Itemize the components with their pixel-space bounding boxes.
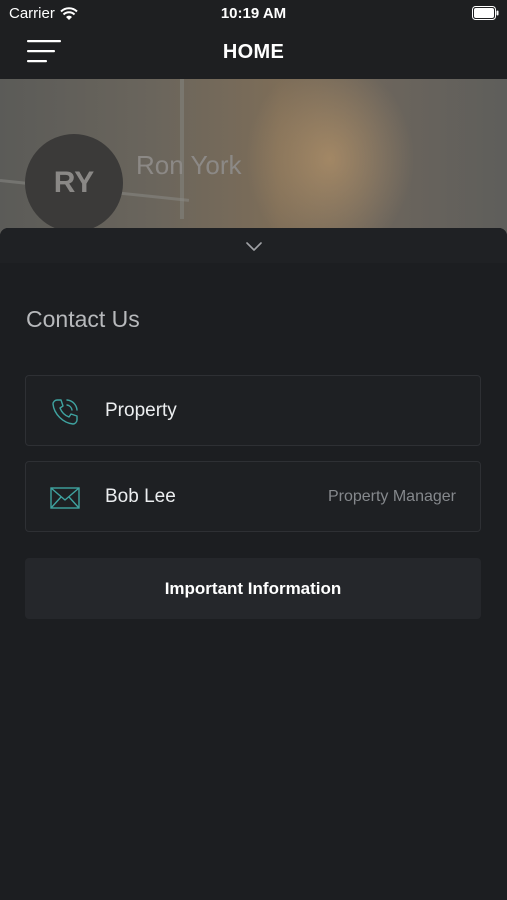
contact-item-bob-lee[interactable]: Bob Lee Property Manager (25, 461, 481, 532)
contact-item-subtitle: Property Manager (327, 488, 456, 505)
battery-icon (472, 6, 499, 20)
contact-sheet: Contact Us Property Bob Lee Property Man… (0, 228, 507, 900)
sheet-collapse-handle[interactable] (0, 228, 507, 263)
envelope-icon (50, 487, 80, 509)
contact-item-label: Property (105, 400, 177, 421)
page-title: HOME (222, 41, 285, 63)
contact-item-label: Bob Lee (105, 486, 176, 507)
phone-icon (52, 399, 78, 425)
section-title: Contact Us (26, 306, 140, 332)
status-time: 10:19 AM (220, 5, 287, 22)
contact-item-property[interactable]: Property (25, 375, 481, 446)
important-information-button[interactable]: Important Information (25, 558, 481, 619)
navigation-bar: HOME (0, 28, 507, 79)
user-name: Ron York (136, 150, 242, 180)
avatar[interactable]: RY (25, 134, 123, 232)
chevron-down-icon (246, 242, 262, 251)
status-bar: Carrier 10:19 AM (0, 0, 507, 28)
